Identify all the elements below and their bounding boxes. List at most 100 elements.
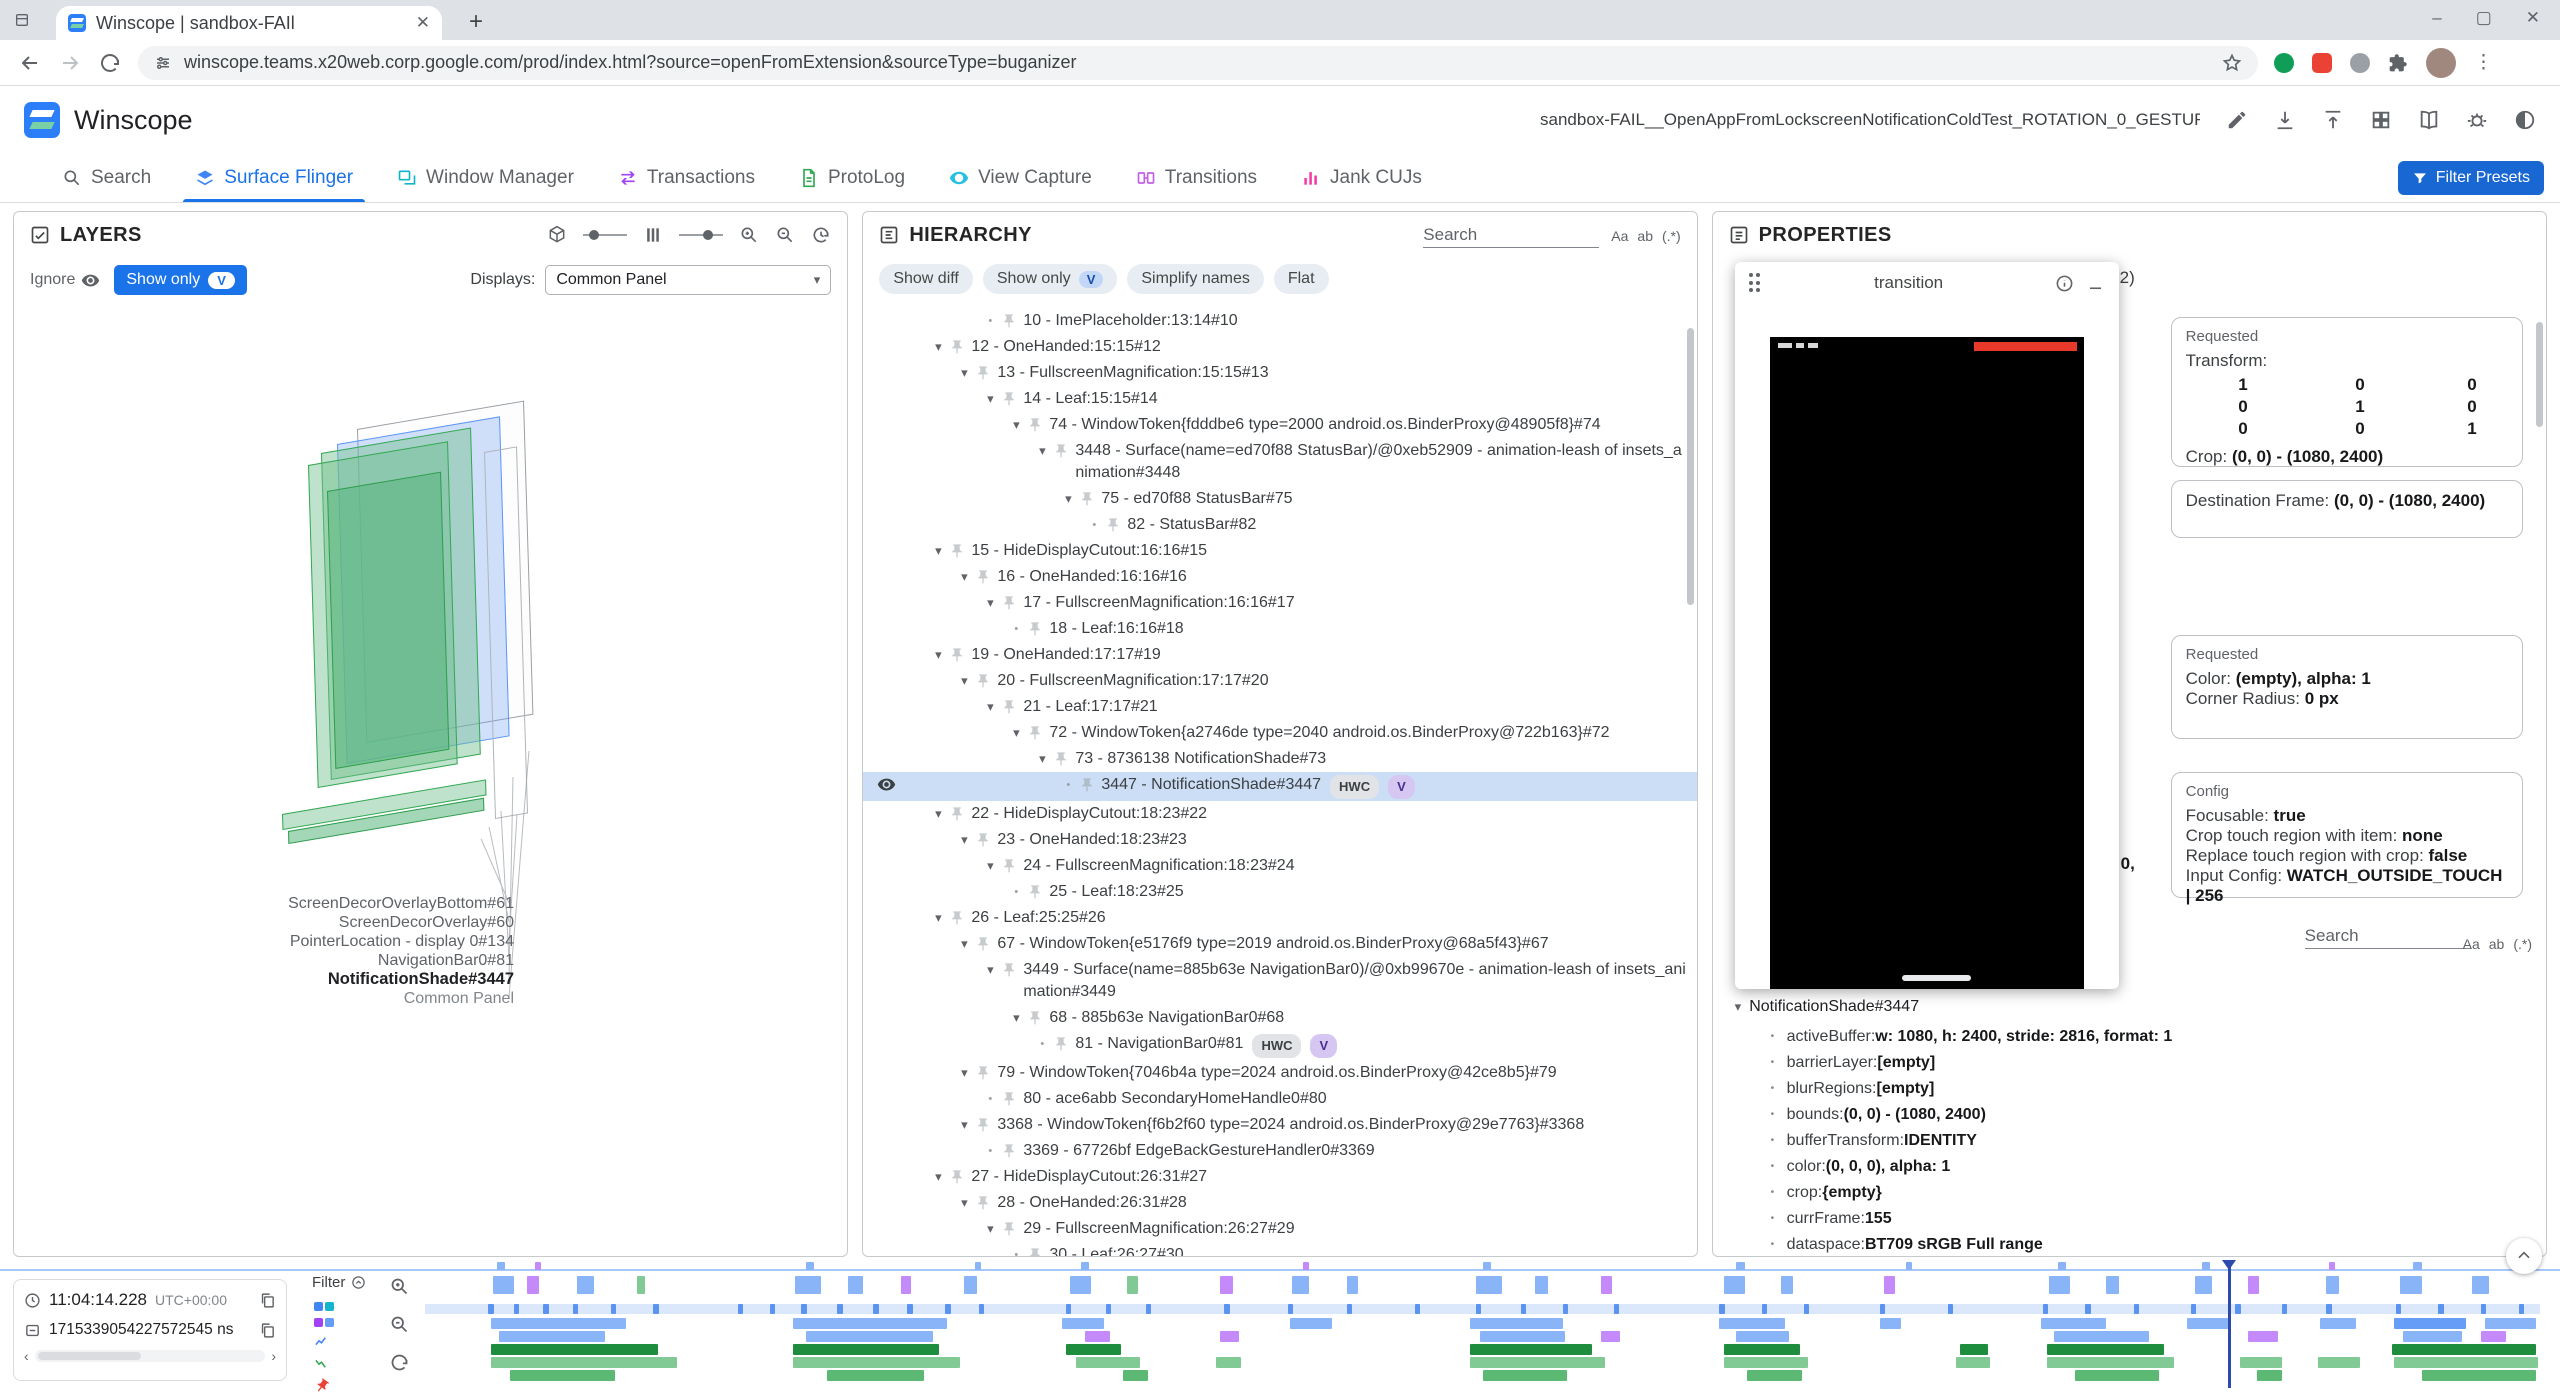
timeline-segment[interactable]: [491, 1344, 658, 1355]
timeline-segment[interactable]: [1085, 1331, 1110, 1342]
show-only-button[interactable]: Show onlyV: [983, 264, 1118, 294]
tree-node[interactable]: ▾74 - WindowToken{fdddbe6 type=2000 andr…: [863, 412, 1696, 438]
timeline-segment[interactable]: [1292, 1276, 1309, 1294]
timeline-segment[interactable]: [1535, 1276, 1548, 1294]
pin-icon[interactable]: [1053, 443, 1069, 459]
timeline-segment[interactable]: [1736, 1331, 1789, 1342]
pin-icon[interactable]: [1001, 1221, 1017, 1237]
timeline-segment[interactable]: [1724, 1357, 1809, 1368]
tree-node[interactable]: ▾3448 - Surface(name=ed70f88 StatusBar)/…: [863, 438, 1696, 486]
timeline-segment[interactable]: [1804, 1304, 1809, 1314]
pin-icon[interactable]: [975, 1065, 991, 1081]
pin-icon[interactable]: [1027, 725, 1043, 741]
tree-node[interactable]: ▾12 - OneHanded:15:15#12: [863, 334, 1696, 360]
tab-window-manager[interactable]: Window Manager: [375, 154, 596, 202]
tree-node[interactable]: ▾22 - HideDisplayCutout:18:23#22: [863, 801, 1696, 827]
search-option-ab[interactable]: ab: [1637, 228, 1653, 244]
tree-node[interactable]: ▾72 - WindowToken{a2746de type=2040 andr…: [863, 720, 1696, 746]
timeline-segment[interactable]: [975, 1262, 981, 1270]
pin-icon[interactable]: [1079, 491, 1095, 507]
timeline-segment[interactable]: [2326, 1304, 2331, 1314]
timeline-zoom-reset-icon[interactable]: [389, 1352, 410, 1373]
timeline-segment[interactable]: [1220, 1276, 1233, 1294]
expand-arrow[interactable]: ▾: [953, 1192, 975, 1214]
timeline-segment[interactable]: [514, 1304, 519, 1314]
timeline-segment[interactable]: [979, 1304, 984, 1314]
timeline-segment[interactable]: [1146, 1304, 1151, 1314]
pin-icon[interactable]: [975, 673, 991, 689]
scroll-right-icon[interactable]: ›: [271, 1348, 276, 1364]
timeline-segment[interactable]: [793, 1318, 947, 1329]
pin-icon[interactable]: [975, 1195, 991, 1211]
timeline-segment[interactable]: [2235, 1304, 2240, 1314]
tree-node[interactable]: •30 - Leaf:26:27#30: [863, 1242, 1696, 1256]
timeline-segment[interactable]: [1076, 1357, 1139, 1368]
tree-node[interactable]: ▾3368 - WindowToken{f6b2f60 type=2024 an…: [863, 1112, 1696, 1138]
expand-arrow[interactable]: ▾: [953, 362, 975, 384]
pin-icon[interactable]: [975, 1117, 991, 1133]
window-maximize-icon[interactable]: ▢: [2476, 8, 2492, 28]
tree-node[interactable]: •3447 - NotificationShade#3447HWCV: [863, 772, 1696, 801]
pin-icon[interactable]: [1001, 962, 1017, 978]
timeline-segment[interactable]: [1415, 1304, 1420, 1314]
timeline-segment[interactable]: [2240, 1357, 2282, 1368]
flat-button[interactable]: Flat: [1274, 264, 1329, 294]
pin-icon[interactable]: [1027, 621, 1043, 637]
pin-icon[interactable]: [1001, 313, 1017, 329]
timeline-segment[interactable]: [793, 1357, 960, 1368]
displays-select[interactable]: Common Panel ▾: [545, 265, 831, 295]
timeline-segment[interactable]: [1880, 1318, 1901, 1329]
forward-icon[interactable]: [58, 51, 82, 75]
timeline-segment[interactable]: [2329, 1262, 2335, 1270]
timeline-segment[interactable]: [1290, 1318, 1332, 1329]
timeline-segment[interactable]: [1303, 1262, 1309, 1270]
timeline-segment[interactable]: [837, 1304, 842, 1314]
pin-icon[interactable]: [1105, 517, 1121, 533]
pin-icon[interactable]: [949, 647, 965, 663]
window-close-icon[interactable]: ✕: [2526, 8, 2540, 28]
tree-node[interactable]: ▾73 - 8736138 NotificationShade#73: [863, 746, 1696, 772]
tree-node[interactable]: ▾19 - OneHanded:17:17#19: [863, 642, 1696, 668]
timeline-segment[interactable]: [2392, 1344, 2536, 1355]
expand-arrow[interactable]: ▾: [927, 336, 949, 358]
timeline-segment[interactable]: [2058, 1262, 2066, 1270]
timeline-segment[interactable]: [2047, 1357, 2174, 1368]
timeline-segment[interactable]: [1224, 1304, 1229, 1314]
pin-icon[interactable]: [1001, 391, 1017, 407]
timeline-segment[interactable]: [793, 1344, 939, 1355]
hierarchy-search-input[interactable]: [1423, 223, 1599, 248]
timeline-segment[interactable]: [1948, 1304, 1953, 1314]
timeline-segment[interactable]: [1123, 1370, 1148, 1381]
timeline-segment[interactable]: [1220, 1331, 1239, 1342]
extension-icon[interactable]: [2274, 53, 2294, 73]
timeline-segment[interactable]: [2106, 1276, 2119, 1294]
tab-transactions[interactable]: Transactions: [596, 154, 777, 202]
tree-node[interactable]: ▾75 - ed70f88 StatusBar#75: [863, 486, 1696, 512]
timeline-cursor[interactable]: [2228, 1260, 2231, 1388]
filter-toggle[interactable]: Filter: [312, 1274, 366, 1291]
3d-view-icon[interactable]: [547, 225, 567, 245]
omnibox[interactable]: winscope.teams.x20web.corp.google.com/pr…: [138, 46, 2258, 80]
timeline-segment[interactable]: [2394, 1357, 2538, 1368]
layer-label[interactable]: ScreenDecorOverlay#60: [164, 913, 514, 932]
timeline-segment[interactable]: [2075, 1370, 2160, 1381]
timeline-segment[interactable]: [510, 1370, 616, 1381]
timeline-segment[interactable]: [1563, 1304, 1568, 1314]
timeline-zoom-out-icon[interactable]: [389, 1314, 410, 1335]
expand-arrow[interactable]: ▾: [1005, 414, 1027, 436]
timeline-segment[interactable]: [1960, 1344, 1987, 1355]
tree-node[interactable]: ▾68 - 885b63e NavigationBar0#68: [863, 1005, 1696, 1031]
timeline-segment[interactable]: [2320, 1318, 2356, 1329]
pin-icon[interactable]: [1079, 777, 1095, 793]
timeline-canvas[interactable]: [425, 1260, 2540, 1392]
tree-node[interactable]: ▾3449 - Surface(name=885b63e NavigationB…: [863, 957, 1696, 1005]
tree-node[interactable]: ▾15 - HideDisplayCutout:16:16#15: [863, 538, 1696, 564]
url-text[interactable]: winscope.teams.x20web.corp.google.com/pr…: [184, 52, 2210, 73]
expand-arrow[interactable]: ▾: [979, 1218, 1001, 1240]
pin-icon[interactable]: [949, 910, 965, 926]
tree-node[interactable]: •18 - Leaf:16:16#18: [863, 616, 1696, 642]
timeline-segment[interactable]: [1614, 1304, 1619, 1314]
timeline-segment[interactable]: [2049, 1276, 2070, 1294]
timeline-segment[interactable]: [1719, 1318, 1785, 1329]
scroll-left-icon[interactable]: ‹: [24, 1348, 29, 1364]
